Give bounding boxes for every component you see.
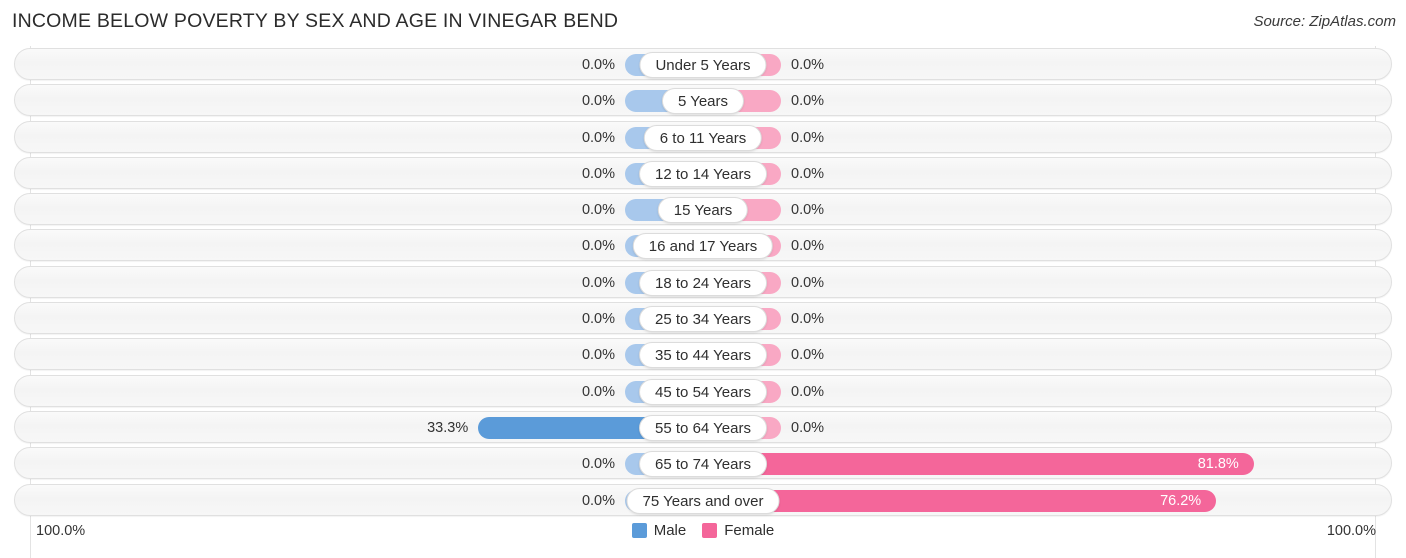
- legend-item-male[interactable]: Male: [631, 522, 687, 539]
- value-label-female: 0.0%: [791, 129, 825, 146]
- value-label-male: 0.0%: [581, 274, 615, 291]
- table-row[interactable]: 0.0% 0.0% 16 and 17 Years: [14, 229, 1392, 262]
- value-label-male: 0.0%: [581, 383, 615, 400]
- chart-rows: 0.0% 0.0% Under 5 Years 0.0% 0.0% 5 Years 0.0%…: [14, 48, 1392, 520]
- bar-zone: 0.0% 81.8% 65 to 74 Years: [15, 448, 1391, 478]
- legend-label: Male: [653, 522, 687, 539]
- value-label-male: 0.0%: [581, 165, 615, 182]
- value-label-male: 0.0%: [581, 202, 615, 219]
- bar-zone: 0.0% 0.0% 15 Years: [15, 194, 1391, 224]
- value-label-male: 0.0%: [581, 456, 615, 473]
- table-row[interactable]: 0.0% 0.0% 6 to 11 Years: [14, 120, 1392, 153]
- bar-female: [704, 489, 1217, 512]
- bar-zone: 0.0% 0.0% 18 to 24 Years: [15, 267, 1391, 297]
- bar-zone: 0.0% 76.2% 75 Years and over: [15, 485, 1391, 515]
- table-row[interactable]: 0.0% 76.2% 75 Years and over: [14, 483, 1392, 516]
- value-label-female: 0.0%: [791, 383, 825, 400]
- category-label: 55 to 64 Years: [639, 414, 767, 441]
- table-row[interactable]: 0.0% 0.0% Under 5 Years: [14, 48, 1392, 80]
- table-row[interactable]: 0.0% 0.0% 18 to 24 Years: [14, 265, 1392, 298]
- table-row[interactable]: 0.0% 0.0% 45 to 54 Years: [14, 374, 1392, 407]
- value-label-female: 81.8%: [1197, 456, 1239, 473]
- value-label-male: 0.0%: [581, 93, 615, 110]
- bar-female: [704, 453, 1254, 476]
- value-label-female: 0.0%: [791, 202, 825, 219]
- bar-zone: 0.0% 0.0% 45 to 54 Years: [15, 376, 1391, 406]
- category-label: 16 and 17 Years: [632, 233, 774, 260]
- chart-header: INCOME BELOW POVERTY BY SEX AND AGE IN V…: [0, 0, 1406, 44]
- bar-zone: 0.0% 0.0% 25 to 34 Years: [15, 303, 1391, 333]
- value-label-female: 0.0%: [791, 165, 825, 182]
- page-title: INCOME BELOW POVERTY BY SEX AND AGE IN V…: [12, 10, 619, 32]
- value-label-female: 0.0%: [791, 57, 825, 73]
- category-label: 5 Years: [661, 88, 745, 115]
- category-label: 6 to 11 Years: [643, 124, 763, 151]
- category-label: 45 to 54 Years: [639, 378, 767, 405]
- value-label-female: 0.0%: [791, 238, 825, 255]
- category-label: 65 to 74 Years: [639, 451, 767, 478]
- bar-zone: 0.0% 0.0% Under 5 Years: [15, 49, 1391, 79]
- table-row[interactable]: 33.3% 0.0% 55 to 64 Years: [14, 410, 1392, 443]
- source-attribution: Source: ZipAtlas.com: [1253, 13, 1396, 30]
- category-label: 35 to 44 Years: [639, 342, 767, 369]
- category-label: Under 5 Years: [639, 52, 767, 78]
- chart-plot-area: 0.0% 0.0% Under 5 Years 0.0% 0.0% 5 Years 0.0%…: [14, 46, 1392, 558]
- value-label-female: 0.0%: [791, 419, 825, 436]
- legend-label: Female: [724, 522, 775, 539]
- value-label-female: 0.0%: [791, 274, 825, 291]
- bar-zone: 0.0% 0.0% 35 to 44 Years: [15, 339, 1391, 369]
- value-label-female: 0.0%: [791, 93, 825, 110]
- chart-page: INCOME BELOW POVERTY BY SEX AND AGE IN V…: [0, 0, 1406, 558]
- bar-zone: 0.0% 0.0% 5 Years: [15, 85, 1391, 115]
- category-label: 75 Years and over: [626, 487, 780, 514]
- value-label-male: 0.0%: [581, 129, 615, 146]
- value-label-male: 33.3%: [427, 419, 469, 436]
- bar-zone: 0.0% 0.0% 6 to 11 Years: [15, 122, 1391, 152]
- table-row[interactable]: 0.0% 0.0% 25 to 34 Years: [14, 302, 1392, 335]
- value-label-male: 0.0%: [581, 311, 615, 328]
- value-label-female: 76.2%: [1160, 492, 1202, 509]
- table-row[interactable]: 0.0% 0.0% 35 to 44 Years: [14, 338, 1392, 371]
- value-label-female: 0.0%: [791, 311, 825, 328]
- category-label: 15 Years: [657, 197, 749, 224]
- table-row[interactable]: 0.0% 0.0% 5 Years: [14, 84, 1392, 117]
- category-label: 25 to 34 Years: [639, 306, 767, 333]
- legend-swatch-icon: [631, 523, 647, 538]
- value-label-male: 0.0%: [581, 347, 615, 364]
- bar-zone: 0.0% 0.0% 16 and 17 Years: [15, 230, 1391, 260]
- category-label: 12 to 14 Years: [639, 160, 767, 187]
- table-row[interactable]: 0.0% 0.0% 12 to 14 Years: [14, 156, 1392, 189]
- value-label-female: 0.0%: [791, 347, 825, 364]
- legend-swatch-icon: [702, 523, 718, 538]
- legend-item-female[interactable]: Female: [702, 522, 774, 539]
- bar-zone: 33.3% 0.0% 55 to 64 Years: [15, 412, 1391, 442]
- chart-footer: 100.0% 100.0% Male Female: [14, 516, 1392, 550]
- value-label-male: 0.0%: [581, 57, 615, 73]
- table-row[interactable]: 0.0% 81.8% 65 to 74 Years: [14, 447, 1392, 480]
- value-label-male: 0.0%: [581, 238, 615, 255]
- table-row[interactable]: 0.0% 0.0% 15 Years: [14, 193, 1392, 226]
- category-label: 18 to 24 Years: [639, 269, 767, 296]
- value-label-male: 0.0%: [581, 492, 615, 509]
- chart-legend: Male Female: [14, 522, 1392, 539]
- bar-zone: 0.0% 0.0% 12 to 14 Years: [15, 158, 1391, 188]
